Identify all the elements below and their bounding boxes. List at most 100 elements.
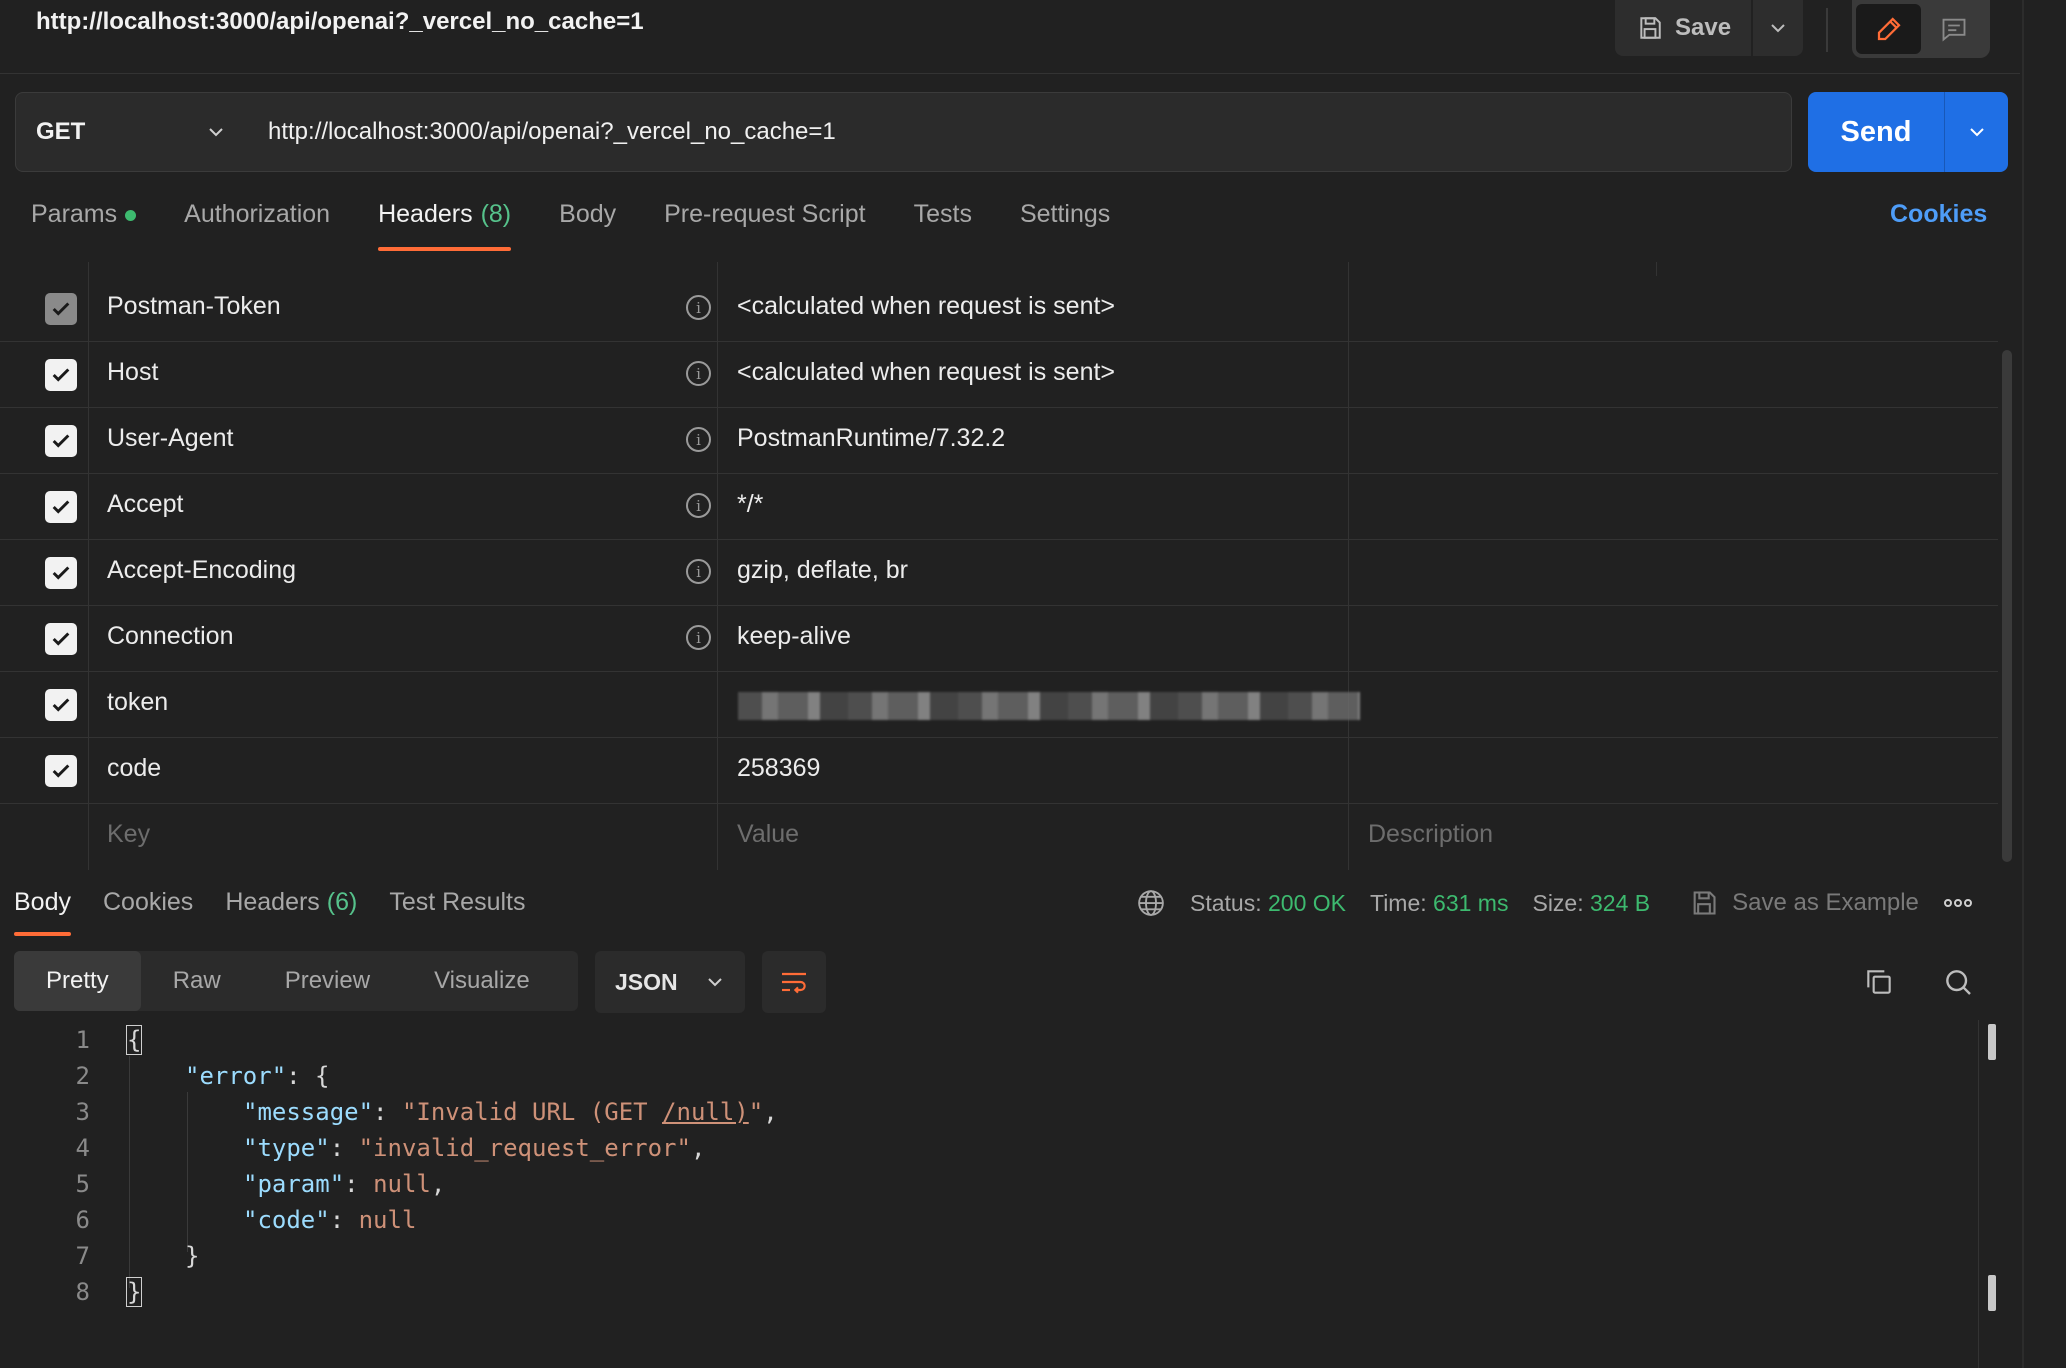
- cookies-link[interactable]: Cookies: [1890, 200, 1987, 229]
- json-link[interactable]: /null): [662, 1098, 749, 1126]
- format-select[interactable]: JSON: [595, 951, 745, 1013]
- edit-mode-button[interactable]: [1856, 4, 1921, 54]
- save-options-button[interactable]: [1753, 0, 1803, 56]
- response-body-viewer[interactable]: 1 2 3 4 5 6 7 8 { "error": { "message": …: [0, 1020, 1990, 1368]
- json-key: "param": [243, 1170, 345, 1198]
- chevron-down-icon: [708, 978, 722, 987]
- edit-comment-toggle: [1852, 0, 1990, 58]
- headers-scrollbar[interactable]: [2002, 350, 2012, 862]
- headers-table: Postman-Token i <calculated when request i…: [0, 262, 1998, 870]
- time-value: 631 ms: [1433, 889, 1509, 916]
- header-key[interactable]: Host: [107, 358, 158, 387]
- more-options-icon[interactable]: [1943, 897, 1973, 909]
- header-value[interactable]: PostmanRuntime/7.32.2: [737, 424, 1005, 453]
- url-input[interactable]: http://localhost:3000/api/openai?_vercel…: [246, 92, 1792, 172]
- request-title[interactable]: http://localhost:3000/api/openai?_vercel…: [36, 8, 644, 36]
- checkmark-icon: [52, 368, 70, 382]
- info-icon[interactable]: i: [686, 427, 711, 452]
- header-value[interactable]: <calculated when request is sent>: [737, 292, 1115, 321]
- tab-headers[interactable]: Headers (8): [378, 200, 512, 252]
- tab-settings[interactable]: Settings: [1020, 200, 1110, 252]
- header-enabled-checkbox[interactable]: [45, 623, 77, 655]
- chevron-down-icon: [1969, 128, 1984, 137]
- view-raw-button[interactable]: Raw: [141, 951, 253, 1011]
- tab-count: (6): [326, 888, 358, 916]
- view-pretty-button[interactable]: Pretty: [14, 951, 141, 1011]
- tab-response-cookies[interactable]: Cookies: [103, 888, 193, 936]
- header-enabled-checkbox[interactable]: [45, 491, 77, 523]
- code-line-3: "message": "Invalid URL (GET /null)",: [243, 1098, 778, 1126]
- checkmark-icon: [52, 302, 70, 316]
- view-mode-group: Pretty Raw Preview Visualize: [14, 951, 578, 1011]
- send-options-button[interactable]: [1944, 92, 2008, 172]
- line-number: 2: [75, 1062, 90, 1090]
- response-status-bar: Status: 200 OK Time: 631 ms Size: 324 B …: [1136, 888, 1973, 918]
- floppy-disk-icon: [1640, 17, 1661, 39]
- tab-response-body[interactable]: Body: [14, 888, 71, 936]
- save-button[interactable]: Save: [1615, 0, 1751, 56]
- value-placeholder[interactable]: Value: [737, 820, 799, 849]
- line-number: 3: [75, 1098, 90, 1126]
- status[interactable]: Status: 200 OK: [1190, 890, 1346, 917]
- json-string: ": [748, 1098, 764, 1126]
- save-as-example-button[interactable]: Save as Example: [1690, 889, 1919, 917]
- header-key[interactable]: User-Agent: [107, 424, 233, 453]
- code-scrollbar-top[interactable]: [1988, 1024, 1996, 1060]
- code-scrollbar-bottom[interactable]: [1988, 1275, 1996, 1311]
- info-icon[interactable]: i: [686, 625, 711, 650]
- header-key[interactable]: Accept: [107, 490, 183, 519]
- tab-test-results[interactable]: Test Results: [389, 888, 525, 936]
- header-enabled-checkbox[interactable]: [45, 359, 77, 391]
- header-enabled-checkbox[interactable]: [45, 557, 77, 589]
- header-enabled-checkbox[interactable]: [45, 425, 77, 457]
- method-label: GET: [36, 118, 86, 145]
- globe-icon[interactable]: [1136, 888, 1166, 918]
- header-enabled-checkbox[interactable]: [45, 755, 77, 787]
- copy-icon[interactable]: [1863, 966, 1895, 998]
- view-preview-button[interactable]: Preview: [253, 951, 402, 1011]
- tab-body[interactable]: Body: [559, 200, 616, 252]
- tab-params[interactable]: Params: [31, 200, 137, 252]
- header-value[interactable]: 258369: [737, 754, 820, 783]
- header-value[interactable]: <calculated when request is sent>: [737, 358, 1115, 387]
- info-icon[interactable]: i: [686, 295, 711, 320]
- header-key[interactable]: code: [107, 754, 161, 783]
- redacted-value[interactable]: [738, 692, 1360, 720]
- header-value[interactable]: gzip, deflate, br: [737, 556, 908, 585]
- tab-tests[interactable]: Tests: [914, 200, 972, 252]
- response-tabs: Body Cookies Headers (6) Test Results: [14, 888, 526, 936]
- checkmark-icon: [52, 500, 70, 514]
- search-icon[interactable]: [1942, 966, 1974, 998]
- key-placeholder[interactable]: Key: [107, 820, 150, 849]
- tab-label: Cookies: [102, 888, 194, 916]
- description-placeholder[interactable]: Description: [1368, 820, 1493, 849]
- status-label: Status:: [1190, 889, 1262, 916]
- size-label: Size:: [1532, 889, 1584, 916]
- method-select[interactable]: GET: [15, 92, 247, 172]
- params-indicator-dot: [125, 210, 137, 221]
- send-button[interactable]: Send: [1808, 92, 1944, 172]
- tab-label: Test Results: [389, 888, 526, 916]
- size[interactable]: Size: 324 B: [1532, 890, 1650, 917]
- info-icon[interactable]: i: [686, 493, 711, 518]
- header-key[interactable]: Postman-Token: [107, 292, 281, 321]
- code-line-6: "code": null: [243, 1206, 417, 1234]
- comment-mode-button[interactable]: [1921, 4, 1986, 54]
- info-icon[interactable]: i: [686, 361, 711, 386]
- info-icon[interactable]: i: [686, 559, 711, 584]
- word-wrap-button[interactable]: [762, 951, 826, 1013]
- view-visualize-button[interactable]: Visualize: [402, 951, 562, 1011]
- header-key[interactable]: token: [107, 688, 168, 717]
- header-value[interactable]: keep-alive: [737, 622, 851, 651]
- tab-response-headers[interactable]: Headers (6): [225, 888, 357, 936]
- header-key[interactable]: Connection: [107, 622, 233, 651]
- header-enabled-checkbox[interactable]: [45, 689, 77, 721]
- tab-label: Authorization: [184, 200, 331, 228]
- header-key[interactable]: Accept-Encoding: [107, 556, 296, 585]
- tab-label: Headers: [378, 200, 473, 228]
- tab-pre-request-script[interactable]: Pre-request Script: [664, 200, 865, 252]
- line-number: 8: [75, 1278, 90, 1306]
- header-value[interactable]: */*: [737, 490, 763, 519]
- tab-authorization[interactable]: Authorization: [184, 200, 330, 252]
- time[interactable]: Time: 631 ms: [1370, 890, 1508, 917]
